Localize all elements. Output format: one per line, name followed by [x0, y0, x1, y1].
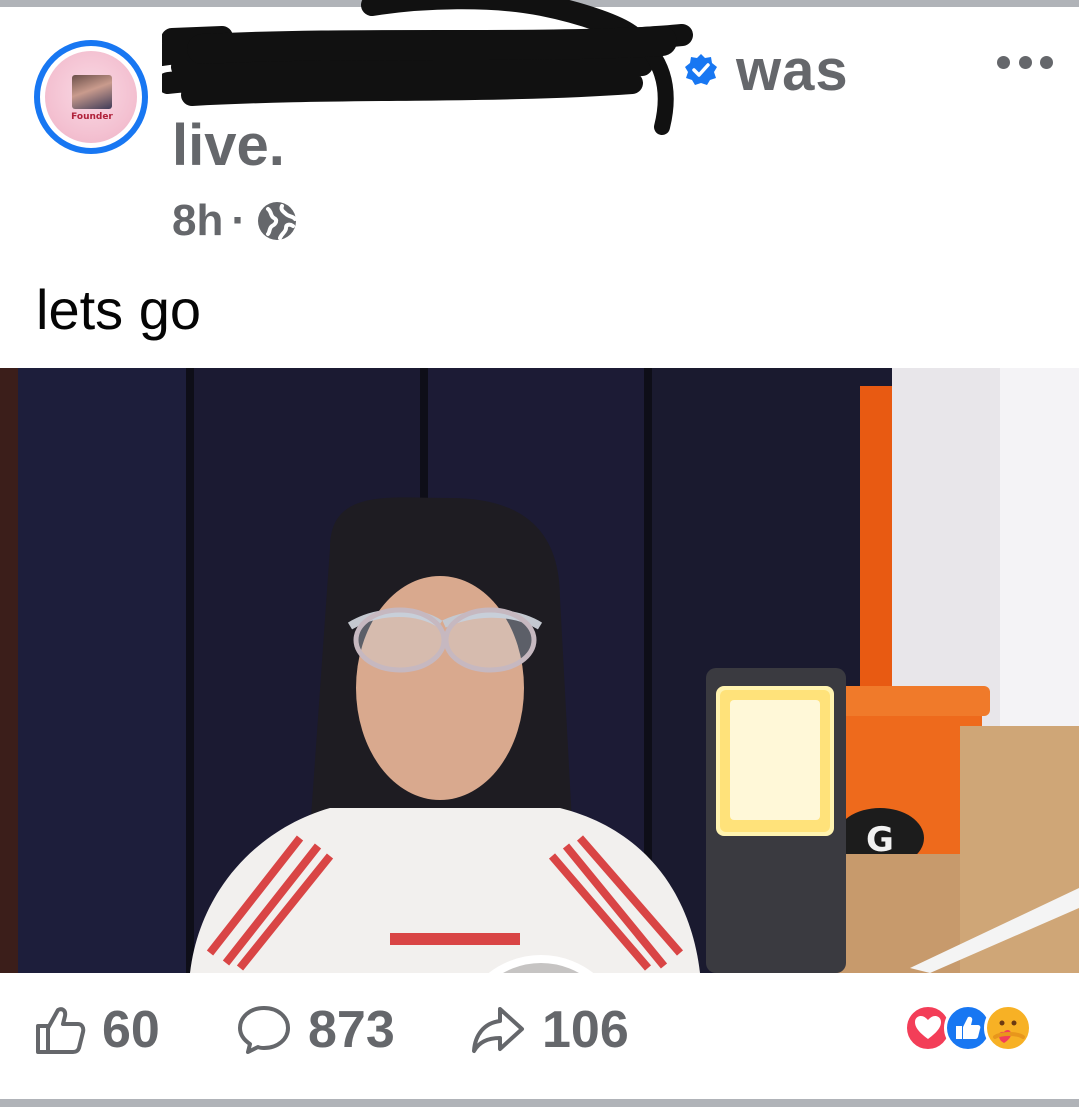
redacted-author-name [162, 0, 693, 135]
post-time[interactable]: 8h [172, 196, 223, 246]
profile-avatar[interactable]: Founder [34, 40, 148, 154]
comment-button[interactable]: 873 [236, 1000, 395, 1060]
share-count: 106 [542, 1001, 629, 1059]
like-button[interactable]: 60 [34, 1000, 160, 1060]
avatar-image: Founder [45, 51, 137, 143]
more-dot [1018, 56, 1032, 69]
more-dot [997, 56, 1010, 69]
avatar-photo [72, 75, 112, 109]
live-video-thumbnail[interactable]: G [0, 368, 1079, 973]
engagement-bar: 60 873 106 [0, 990, 1079, 1086]
post-meta: 8h · [172, 196, 298, 246]
share-icon [472, 1007, 524, 1053]
comment-count: 873 [308, 1001, 395, 1059]
post-caption: lets go [36, 278, 201, 341]
like-icon [36, 1007, 86, 1054]
more-options-icon[interactable] [997, 56, 1053, 72]
like-count: 60 [102, 1001, 160, 1059]
status-text: was [736, 37, 849, 103]
meta-separator: · [231, 196, 247, 245]
reaction-summary[interactable] [904, 1004, 1044, 1054]
post-header: was [162, 0, 849, 135]
comment-icon [238, 1006, 290, 1054]
share-button[interactable]: 106 [470, 1000, 629, 1060]
globe-icon[interactable] [256, 200, 298, 242]
video-frame: G [0, 368, 1079, 973]
more-dot [1040, 56, 1053, 69]
status-text-line2: live. [172, 113, 285, 178]
bottom-divider [0, 1099, 1079, 1107]
care-reaction-icon [984, 1004, 1032, 1052]
avatar-badge-text: Founder [71, 112, 113, 122]
